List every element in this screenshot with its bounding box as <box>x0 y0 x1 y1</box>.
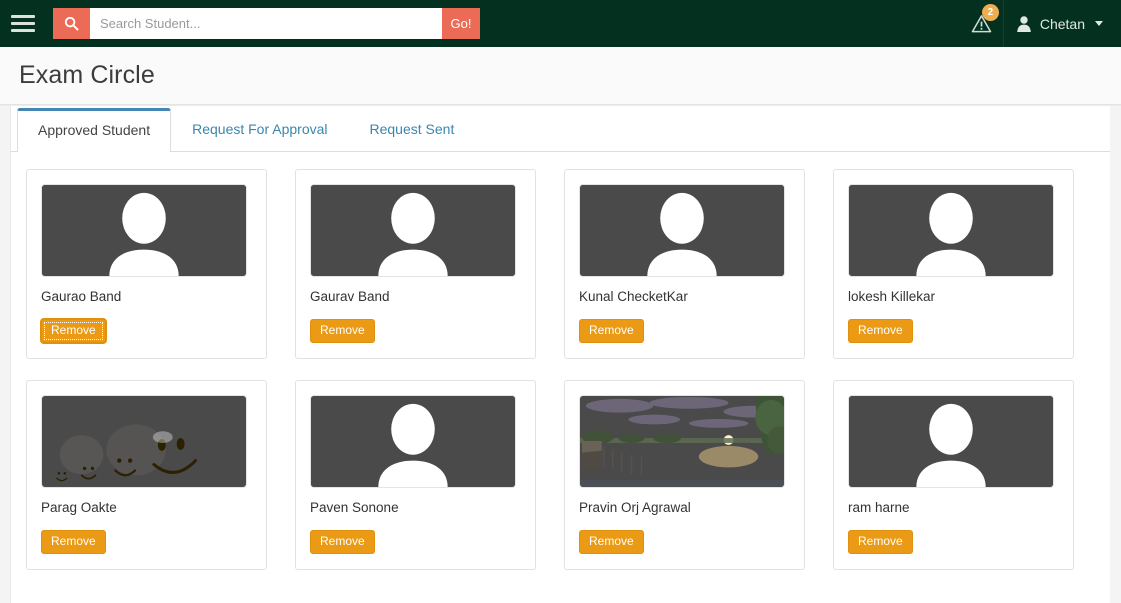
tab-bar: Approved Student Request For Approval Re… <box>11 106 1110 152</box>
right-gutter <box>1110 106 1121 603</box>
alerts-badge: 2 <box>981 4 999 21</box>
student-name: Pravin Orj Agrawal <box>579 500 691 515</box>
tab-approved-student[interactable]: Approved Student <box>17 108 172 152</box>
tab-request-for-approval[interactable]: Request For Approval <box>171 107 348 151</box>
student-avatar <box>579 395 785 488</box>
remove-student-button[interactable]: Remove <box>848 530 913 555</box>
student-avatar <box>41 395 247 488</box>
student-card-grid: Gaurao Band Remove Gaurav Band Remove Kunal … <box>11 152 1110 570</box>
hamburger-bar <box>11 22 35 25</box>
student-name: Kunal ChecketKar <box>579 289 688 304</box>
remove-student-button[interactable]: Remove <box>579 319 644 344</box>
remove-student-button[interactable]: Remove <box>41 530 106 555</box>
search-input[interactable] <box>90 8 442 39</box>
alerts-button[interactable]: 2 <box>961 0 1003 47</box>
user-name: Chetan <box>1039 15 1085 32</box>
student-avatar <box>579 184 785 277</box>
search-bar: Go! <box>53 8 480 39</box>
student-card: Paven Sonone Remove <box>295 380 536 570</box>
remove-student-button[interactable]: Remove <box>310 319 375 344</box>
student-avatar <box>310 395 516 488</box>
student-name: Parag Oakte <box>41 500 117 515</box>
top-navbar: Go! 2 Chetan <box>0 0 1121 47</box>
student-name: Gaurao Band <box>41 289 122 304</box>
student-avatar <box>310 184 516 277</box>
student-avatar <box>41 184 247 277</box>
student-card: lokesh Killekar Remove <box>833 169 1074 359</box>
student-card: Pravin Orj Agrawal Remove <box>564 380 805 570</box>
remove-student-button[interactable]: Remove <box>310 530 375 555</box>
student-avatar <box>848 395 1054 488</box>
page-header: Exam Circle <box>0 47 1121 105</box>
left-gutter <box>0 106 11 603</box>
page-title: Exam Circle <box>19 61 155 89</box>
search-icon[interactable] <box>53 8 90 39</box>
remove-student-button[interactable]: Remove <box>579 530 644 555</box>
hamburger-bar <box>11 29 35 32</box>
student-name: Paven Sonone <box>310 500 399 515</box>
remove-student-button[interactable]: Remove <box>41 319 106 344</box>
chevron-down-icon <box>1095 21 1103 26</box>
navbar-right: 2 Chetan <box>961 0 1121 47</box>
student-card: Gaurav Band Remove <box>295 169 536 359</box>
student-name: Gaurav Band <box>310 289 390 304</box>
user-icon <box>1017 16 1031 32</box>
student-card: ram harne Remove <box>833 380 1074 570</box>
search-go-button[interactable]: Go! <box>442 8 480 39</box>
hamburger-icon[interactable] <box>0 0 46 47</box>
user-menu[interactable]: Chetan <box>1002 0 1107 47</box>
student-card: Gaurao Band Remove <box>26 169 267 359</box>
tab-request-sent[interactable]: Request Sent <box>349 107 476 151</box>
student-name: lokesh Killekar <box>848 289 936 304</box>
remove-student-button[interactable]: Remove <box>848 319 913 344</box>
student-card: Parag Oakte Remove <box>26 380 267 570</box>
student-avatar <box>848 184 1054 277</box>
student-card: Kunal ChecketKar Remove <box>564 169 805 359</box>
student-name: ram harne <box>848 500 910 515</box>
hamburger-bar <box>11 15 35 18</box>
content-panel: Approved Student Request For Approval Re… <box>11 106 1110 603</box>
